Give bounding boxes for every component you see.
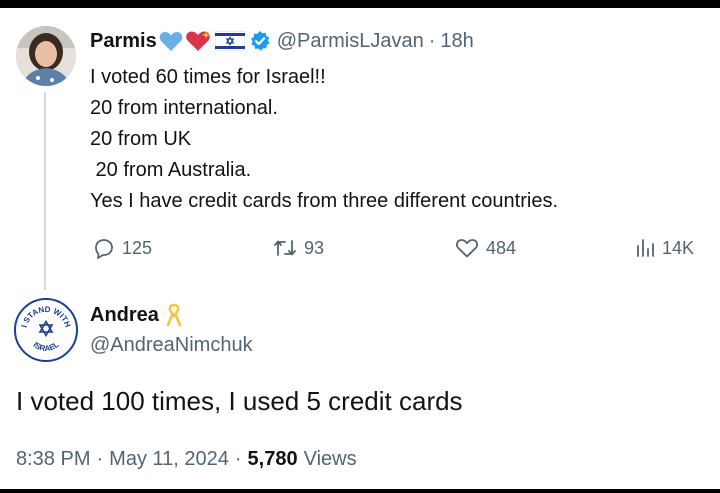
views-count: 14K <box>662 237 695 258</box>
author-name[interactable]: Andrea <box>90 304 159 327</box>
views-count[interactable]: 5,780 <box>248 448 298 471</box>
bottom-border <box>0 489 720 493</box>
tweet-line: Yes I have credit cards from three diffe… <box>90 190 559 212</box>
repost-button[interactable]: 93 <box>272 236 324 260</box>
tweet-line: 20 from Australia. <box>90 159 252 181</box>
tweet1-action-bar: 125 93 484 14K <box>0 236 720 264</box>
reply-count: 125 <box>122 237 153 258</box>
reply-icon <box>95 239 113 259</box>
tweet1-text: I voted 60 times for Israel!! 20 from in… <box>90 62 710 217</box>
author-handle[interactable]: @ParmisLJavan <box>277 30 424 53</box>
yellow-ribbon-icon <box>165 303 183 327</box>
tweet2-header: Andrea <box>90 303 183 327</box>
tweet2-meta: 8:38 PM · May 11, 2024 · 5,780 Views <box>16 448 357 471</box>
separator-dot: · <box>428 29 436 52</box>
tweet-line: 20 from UK <box>90 128 192 150</box>
reply-button[interactable]: 125 <box>92 236 152 260</box>
views-button[interactable]: 14K <box>634 236 694 260</box>
top-border <box>0 0 720 8</box>
like-count: 484 <box>486 237 517 258</box>
tweet2-text: I voted 100 times, I used 5 credit cards <box>16 386 463 416</box>
separator-dot: · <box>96 448 104 470</box>
views-chart-icon <box>637 239 654 257</box>
svg-text:ISRAEL: ISRAEL <box>31 340 60 353</box>
post-time[interactable]: 8:38 PM <box>16 448 90 471</box>
heart-with-sparkle-icon <box>185 29 213 53</box>
post-time[interactable]: 18h <box>440 30 473 53</box>
verified-badge-icon[interactable] <box>249 30 271 52</box>
tweet-line: I voted 60 times for Israel!! <box>90 66 326 88</box>
repost-icon <box>274 240 296 256</box>
views-label: Views <box>303 448 357 470</box>
avatar-andrea[interactable]: I STAND WITH ISRAEL <box>14 298 78 362</box>
heart-icon <box>456 239 478 258</box>
tweet1-header: Parmis @ParmisLJavan · 18h <box>90 28 474 54</box>
repost-count: 93 <box>304 237 325 258</box>
avatar-badge-text-bottom: ISRAEL <box>31 340 60 353</box>
separator-dot: · <box>234 448 242 470</box>
tweet-line: 20 from international. <box>90 97 278 119</box>
like-button[interactable]: 484 <box>454 236 516 260</box>
israel-flag-icon <box>214 31 245 51</box>
author-handle[interactable]: @AndreaNimchuk <box>90 334 253 357</box>
author-name[interactable]: Parmis <box>90 30 157 53</box>
avatar-parmis[interactable] <box>16 26 76 86</box>
blue-heart-icon <box>159 30 183 52</box>
post-date[interactable]: May 11, 2024 <box>109 448 229 471</box>
